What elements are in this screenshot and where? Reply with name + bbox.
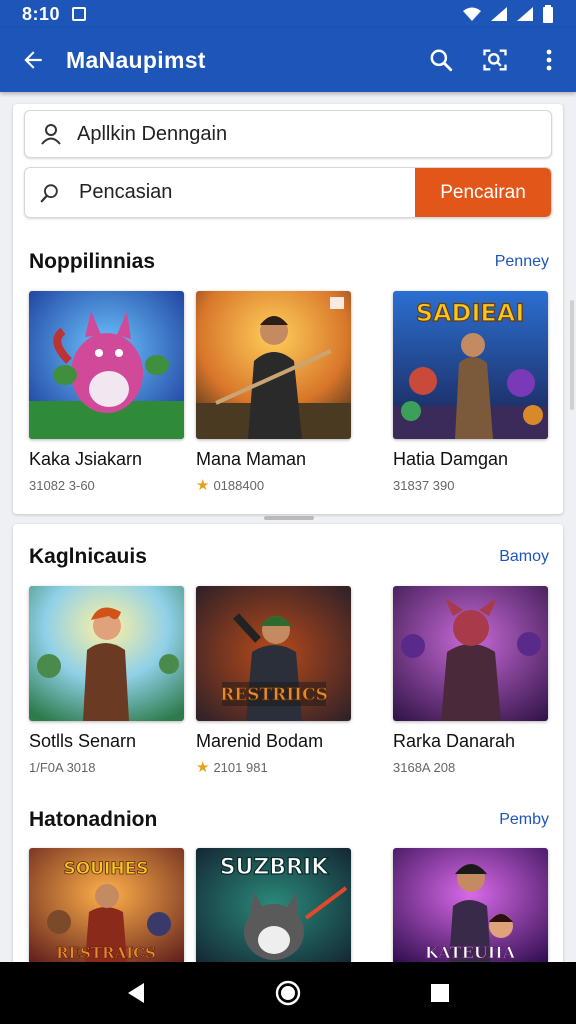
page-title: MaNaupimst xyxy=(66,46,206,73)
search-icon xyxy=(430,49,453,72)
game-card[interactable]: SOUIHES RESTRAICS xyxy=(29,848,185,962)
game-card[interactable]: Kaka Jsiakarn 31082 3-60 xyxy=(29,291,185,493)
nav-home-icon xyxy=(275,980,301,1006)
notification-icon xyxy=(72,7,87,21)
nav-back-icon xyxy=(128,983,144,1003)
thumbnail-banner-bottom: RESTRAICS xyxy=(56,944,156,962)
game-downloads: 3168A 208 xyxy=(393,760,456,775)
section-title: Noppilinnias xyxy=(29,250,155,273)
app-bar: MaNaupimst xyxy=(0,28,576,92)
game-meta: 3168A 208 xyxy=(393,760,549,775)
nav-back-button[interactable] xyxy=(106,963,166,1023)
game-thumbnail: SOUIHES RESTRAICS xyxy=(29,848,184,962)
game-title: Mana Maman xyxy=(196,449,307,469)
game-title: Rarka Danarah xyxy=(393,731,516,751)
search-field-icon xyxy=(40,183,58,202)
game-thumbnail: SADIEAI xyxy=(393,291,548,439)
game-meta: 1/F0A 3018 xyxy=(29,760,185,775)
wifi-icon xyxy=(463,7,481,21)
search-submit-button[interactable]: Pencairan xyxy=(415,168,551,217)
thumbnail-banner: SOUIHES xyxy=(64,859,149,879)
game-card[interactable]: SUZBRIK xyxy=(196,848,352,962)
section-more-link[interactable]: Penney xyxy=(495,253,549,271)
more-options-button[interactable] xyxy=(522,28,576,92)
back-button[interactable] xyxy=(0,28,66,92)
game-thumbnail: KATEUIIA xyxy=(393,848,548,962)
section-header-3: Hatonadnion Pemby xyxy=(29,808,549,832)
game-title: Kaka Jsiakarn xyxy=(29,449,143,469)
section-more-link[interactable]: Bamoy xyxy=(499,548,549,566)
thumbnail-banner: SUZBRIK xyxy=(220,855,330,880)
system-nav-bar xyxy=(0,962,576,1024)
status-time: 8:10 xyxy=(22,3,61,24)
game-title: Sotlls Senarn xyxy=(29,731,137,751)
game-card[interactable]: Rarka Danarah 3168A 208 xyxy=(393,586,549,775)
section-title: Hatonadnion xyxy=(29,808,158,831)
thumbnail-banner: SADIEAI xyxy=(416,299,525,327)
game-thumbnail xyxy=(29,586,184,721)
nav-home-button[interactable] xyxy=(258,963,318,1023)
game-card[interactable]: Mana Maman ★ 0188400 xyxy=(196,291,352,493)
game-card[interactable]: RESTRIICS Marenid Bodam ★ 2101 981 xyxy=(196,586,352,775)
game-downloads: 31837 390 xyxy=(393,478,455,493)
drag-handle[interactable] xyxy=(264,516,314,520)
game-meta: 31837 390 xyxy=(393,478,549,493)
section-header-1: Noppilinnias Penney xyxy=(29,250,549,274)
game-title: Hatia Damgan xyxy=(393,449,509,469)
section-header-2: Kaglnicauis Bamoy xyxy=(29,545,549,569)
game-downloads: 31082 3-60 xyxy=(29,478,95,493)
more-vert-icon xyxy=(546,49,552,71)
section-title: Kaglnicauis xyxy=(29,545,147,568)
back-arrow-icon xyxy=(24,51,42,69)
game-thumbnail xyxy=(196,291,351,439)
signal-icon xyxy=(491,7,507,21)
game-card[interactable]: SADIEAI Hatia Damgan 31837 390 xyxy=(393,291,549,493)
section-more-link[interactable]: Pemby xyxy=(499,811,549,829)
game-card[interactable]: Sotlls Senarn 1/F0A 3018 xyxy=(29,586,185,775)
game-thumbnail: RESTRIICS xyxy=(196,586,351,721)
search-button[interactable] xyxy=(414,28,468,92)
game-thumbnail: SUZBRIK xyxy=(196,848,351,962)
thumbnail-banner: RESTRIICS xyxy=(220,685,328,705)
game-card[interactable]: KATEUIIA xyxy=(393,848,549,962)
star-icon: ★ xyxy=(196,477,210,494)
game-meta: ★ 0188400 xyxy=(196,478,352,493)
game-meta: ★ 2101 981 xyxy=(196,760,352,775)
scrollbar[interactable] xyxy=(570,300,574,410)
app-name-value: Apllkin Denngain xyxy=(77,122,228,145)
app-name-field[interactable]: Apllkin Denngain xyxy=(24,110,552,158)
nav-recents-icon xyxy=(431,984,449,1002)
star-icon: ★ xyxy=(196,759,210,776)
scan-button[interactable] xyxy=(468,28,522,92)
status-bar: 8:10 xyxy=(0,0,576,28)
scan-icon xyxy=(483,49,507,71)
game-thumbnail xyxy=(29,291,184,439)
user-icon xyxy=(41,124,61,145)
search-field-value: Pencasian xyxy=(79,181,173,203)
game-meta: 31082 3-60 xyxy=(29,478,185,493)
nav-recents-button[interactable] xyxy=(410,963,470,1023)
signal-icon-2 xyxy=(517,7,533,21)
game-title: Marenid Bodam xyxy=(196,731,324,751)
search-field[interactable]: Pencasian Pencairan xyxy=(24,167,552,218)
battery-icon xyxy=(543,5,553,23)
game-downloads: 0188400 xyxy=(213,478,265,493)
game-downloads: 2101 981 xyxy=(213,760,268,775)
thumbnail-banner: KATEUIIA xyxy=(425,943,516,962)
game-thumbnail xyxy=(393,586,548,721)
game-downloads: 1/F0A 3018 xyxy=(29,760,96,775)
